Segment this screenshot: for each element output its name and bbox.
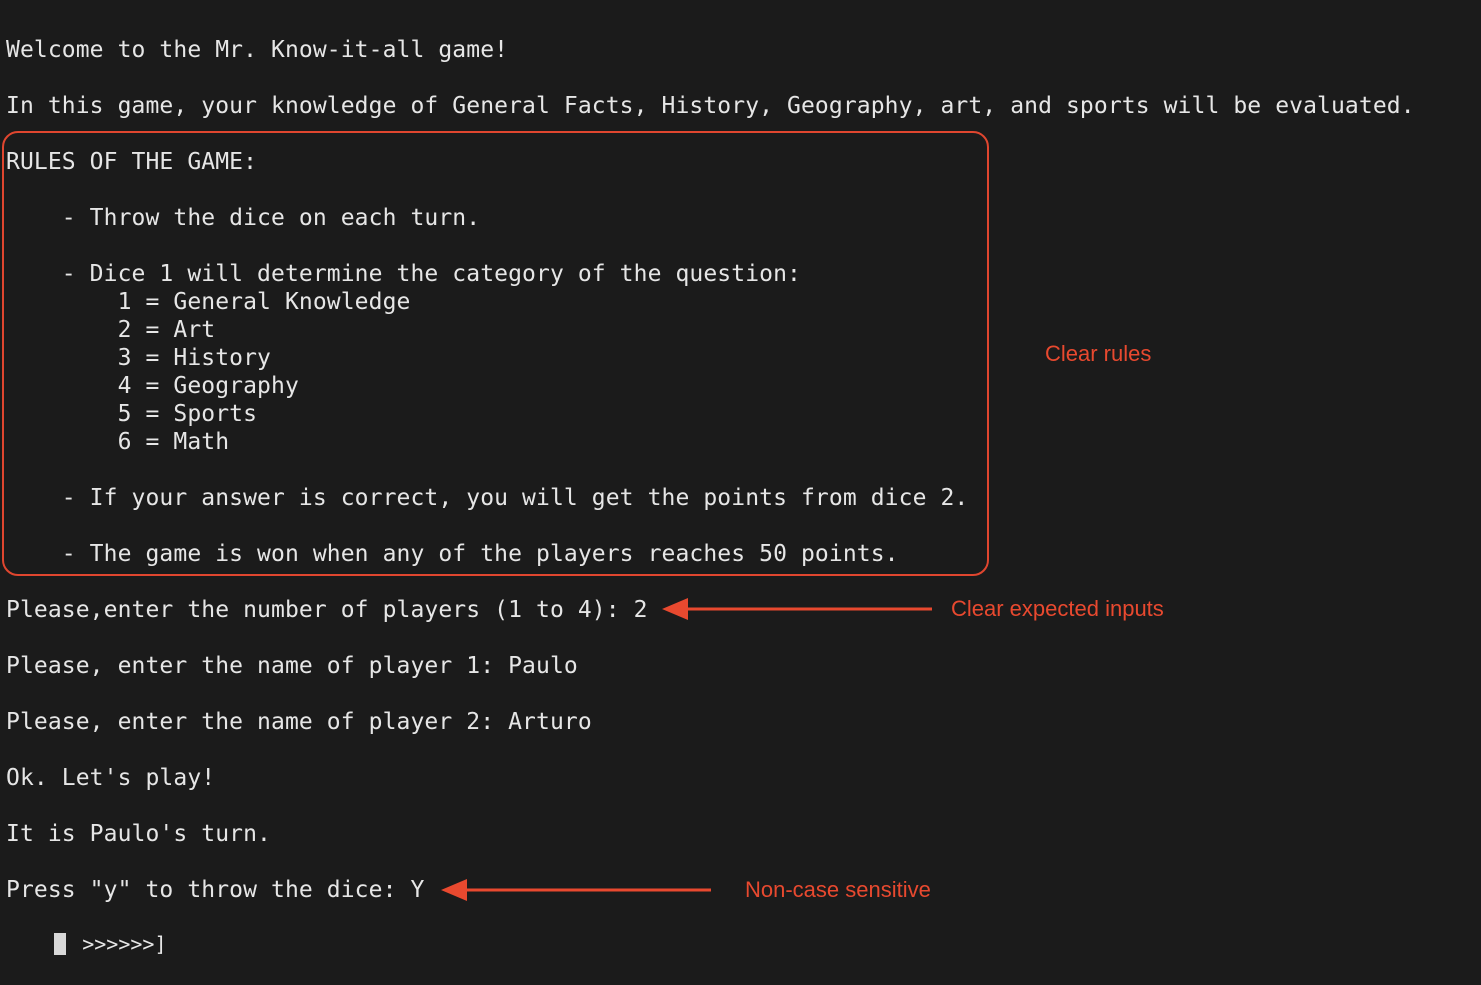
players-count-prompt: Please,enter the number of players (1 to… [6, 597, 648, 623]
terminal-cursor [54, 933, 67, 955]
player-2-name-prompt: Please, enter the name of player 2: Artu… [6, 709, 592, 735]
throw-dice-prompt: Press "y" to throw the dice: Y [6, 877, 425, 903]
progress-text: >>>>>>] [70, 932, 167, 956]
turn-line: It is Paulo's turn. [6, 821, 271, 847]
rules-highlight-box [2, 131, 989, 576]
intro-line: In this game, your knowledge of General … [6, 93, 1415, 119]
annotation-clear-inputs: Clear expected inputs [951, 596, 1164, 621]
welcome-line: Welcome to the Mr. Know-it-all game! [6, 37, 509, 63]
annotation-clear-rules: Clear rules [1045, 341, 1152, 366]
player-1-name-prompt: Please, enter the name of player 1: Paul… [6, 653, 578, 679]
arrow-left-icon [662, 598, 932, 620]
terminal-window: Welcome to the Mr. Know-it-all game! In … [0, 0, 1481, 985]
lets-play-line: Ok. Let's play! [6, 765, 216, 791]
annotation-non-case-sensitive: Non-case sensitive [745, 877, 931, 902]
dice-progress-bar: >>>>>>] [6, 905, 167, 983]
arrow-left-icon [441, 879, 711, 901]
